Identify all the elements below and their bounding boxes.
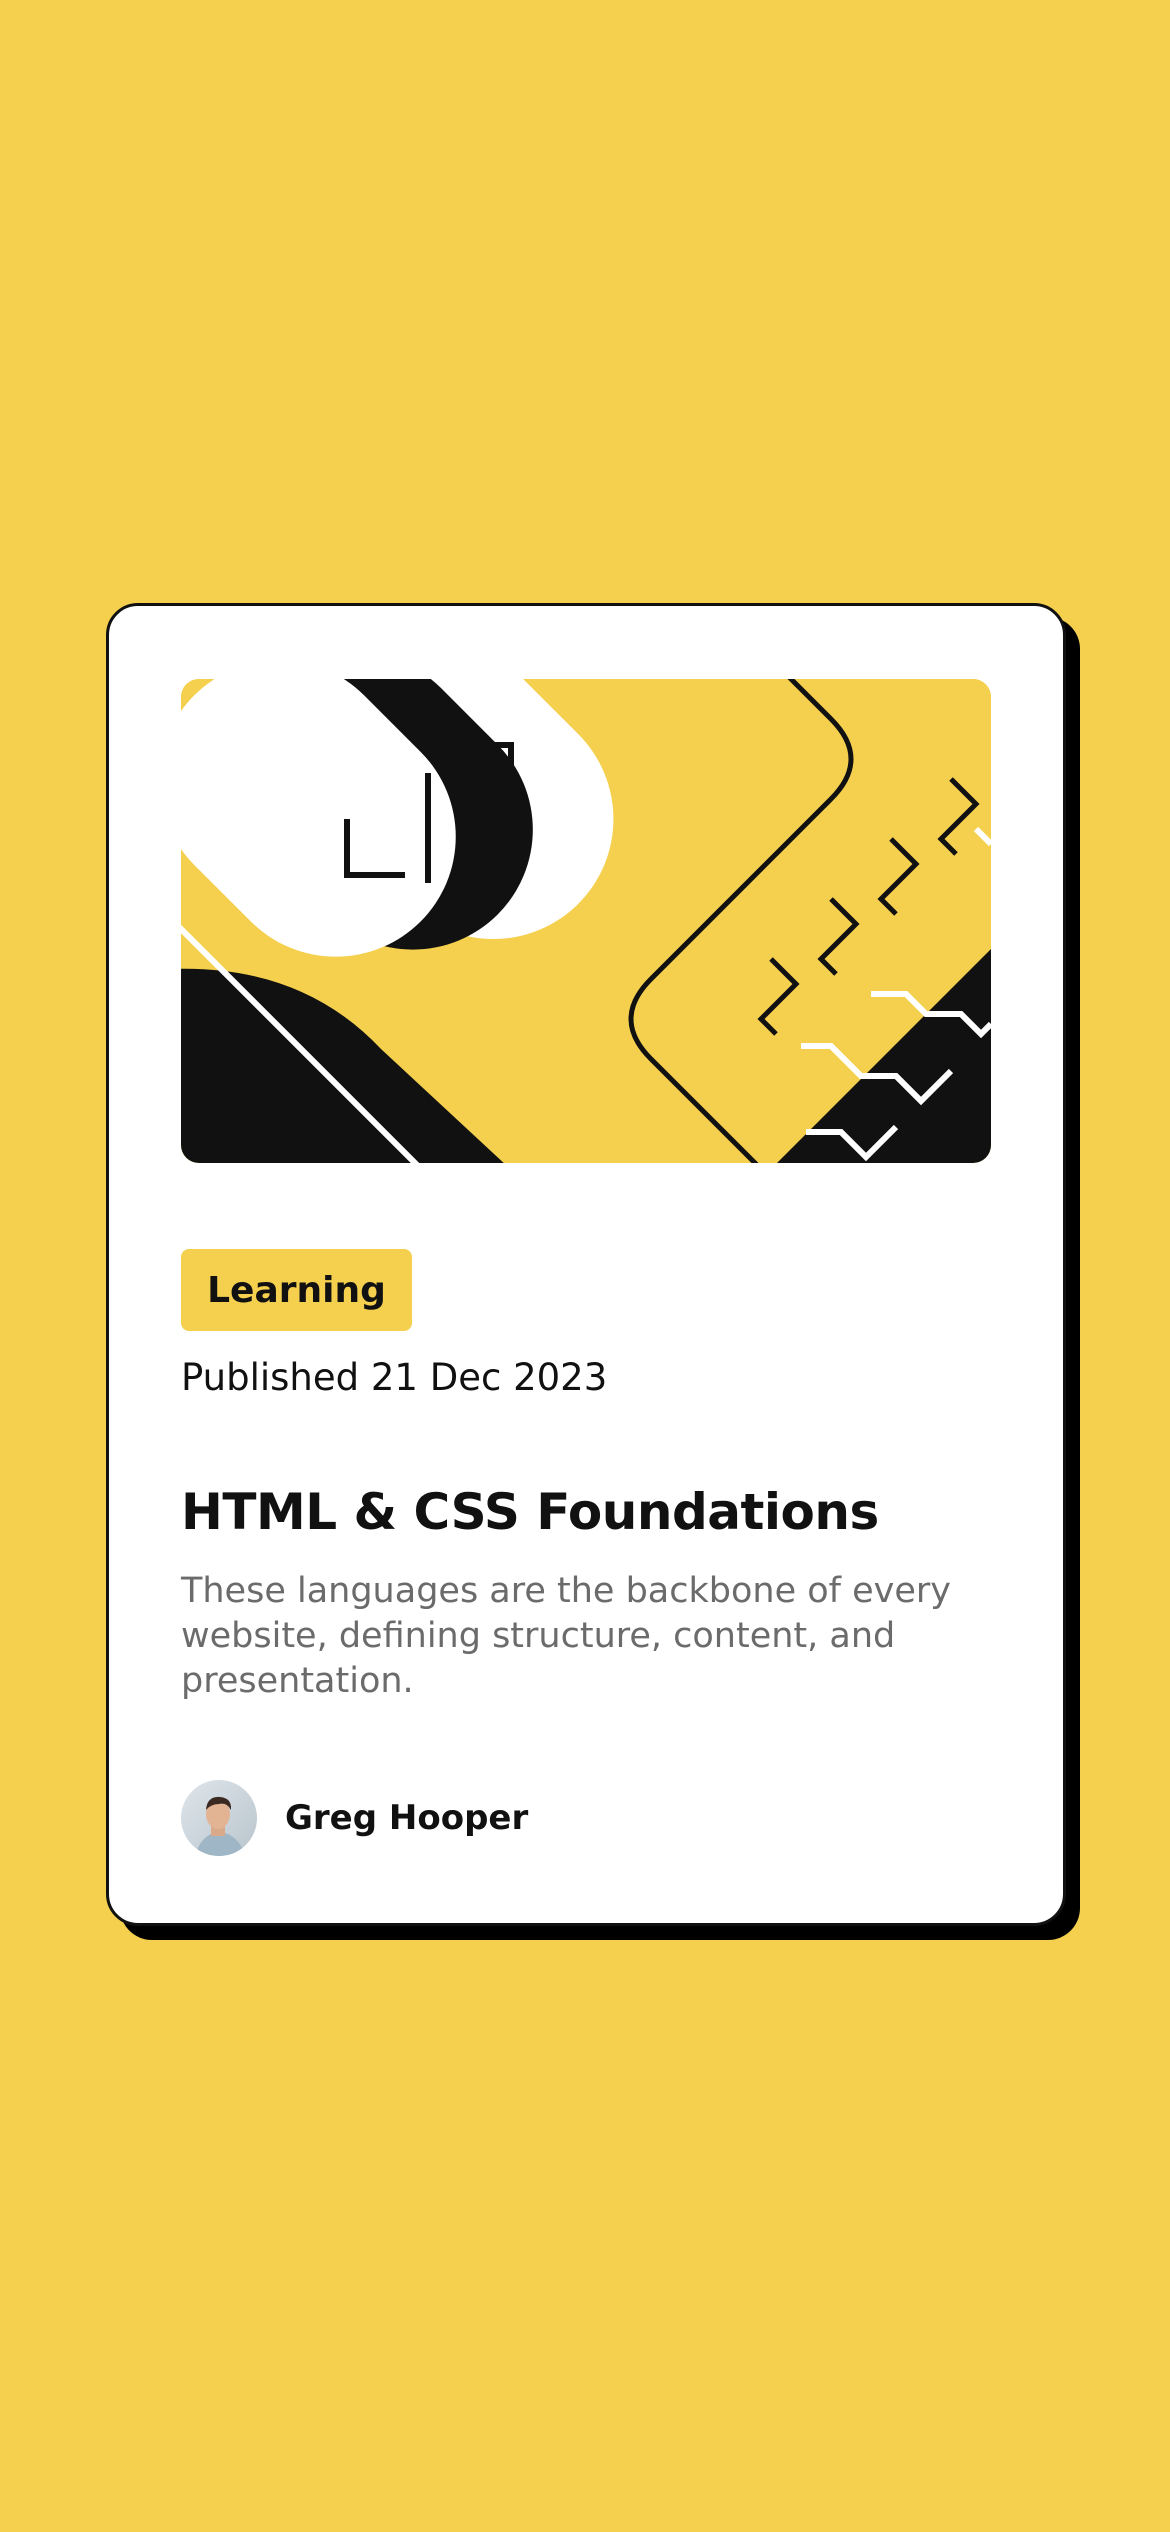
card-title[interactable]: HTML & CSS Foundations: [181, 1483, 879, 1541]
published-date: Published 21 Dec 2023: [181, 1356, 608, 1399]
card-illustration: [181, 679, 991, 1163]
card-description: These languages are the backbone of ever…: [181, 1571, 951, 1701]
blog-preview-card: Learning Published 21 Dec 2023 HTML & CS…: [106, 603, 1066, 1926]
category-tag[interactable]: Learning: [181, 1249, 412, 1331]
avatar: [181, 1780, 257, 1856]
author-name[interactable]: Greg Hooper: [285, 1798, 528, 1838]
author-info: Greg Hooper: [181, 1780, 528, 1856]
